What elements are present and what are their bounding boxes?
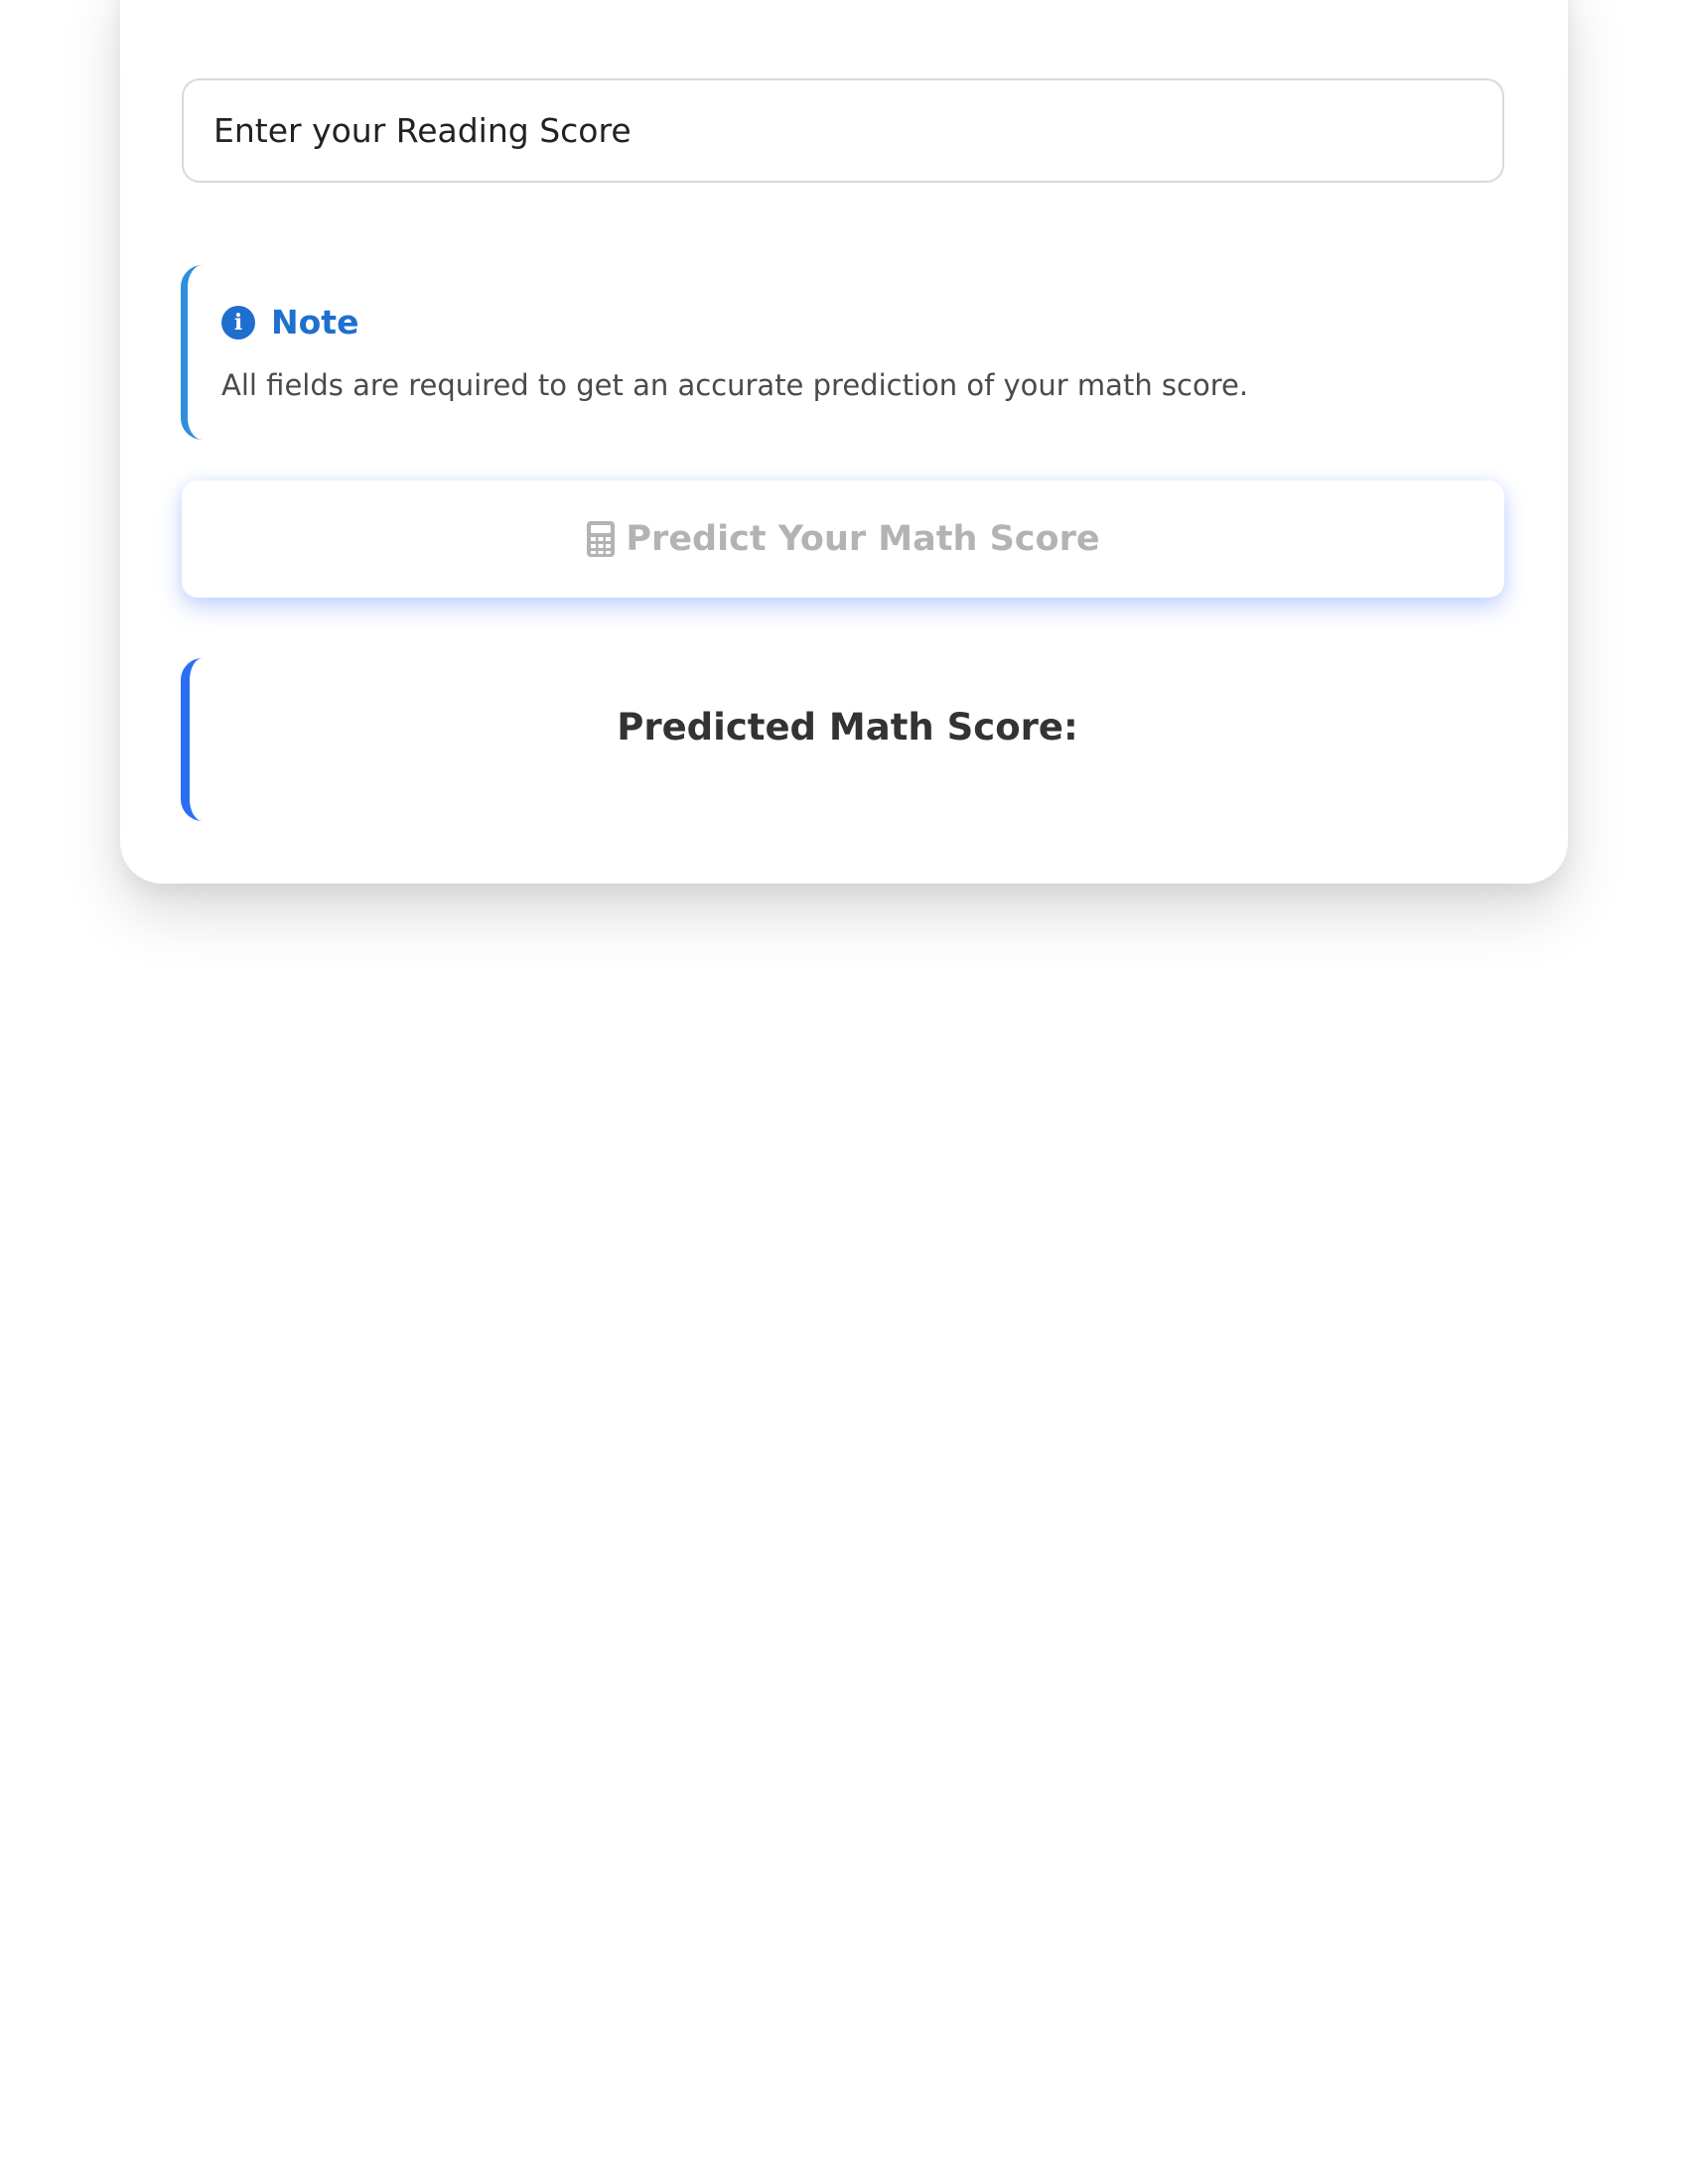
note-box: i Note All fields are required to get an… (181, 265, 1505, 440)
note-text: All fields are required to get an accura… (221, 368, 1249, 402)
result-box: Predicted Math Score: (181, 658, 1505, 821)
predicted-score-label: Predicted Math Score: (617, 706, 1078, 749)
info-icon: i (221, 305, 255, 340)
predict-button[interactable]: Predict Your Math Score (182, 480, 1504, 598)
reading-score-input[interactable] (182, 78, 1504, 183)
calculator-icon (587, 521, 616, 557)
note-header: i Note (221, 303, 358, 341)
predict-button-label: Predict Your Math Score (626, 519, 1100, 559)
note-title: Note (271, 303, 359, 341)
